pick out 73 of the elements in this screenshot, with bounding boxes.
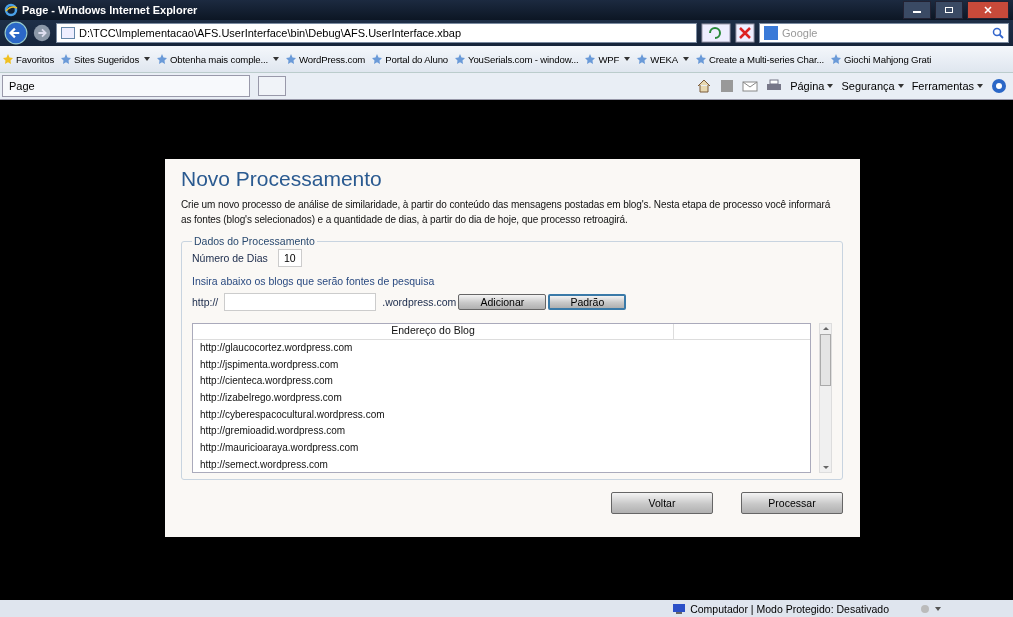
command-menu[interactable]: Segurança <box>841 80 904 92</box>
action-button[interactable]: Voltar <box>611 492 713 514</box>
action-button[interactable]: Processar <box>741 492 843 514</box>
zoom-icon[interactable] <box>919 602 943 615</box>
group-title: Dados do Processamento <box>193 235 316 247</box>
description-text: Crie um novo processo de análise de similaridade, à partir do conteúdo das mensagens postadas em blog's. Nesta etapa de processo você informará as fontes (blog's selecionados) e a quantidade de dias, à partir do dia de hoje, que processo retroagirá. <box>181 198 832 227</box>
home-icon[interactable] <box>696 79 713 93</box>
maximize-button[interactable] <box>935 1 963 19</box>
printer-icon[interactable] <box>766 79 783 93</box>
address-field[interactable]: D:\TCC\Implementacao\AFS.UserInterface\bin\Debug\AFS.UserInterface.xbap <box>56 23 697 43</box>
favorite-link[interactable]: Obtenha mais comple... <box>156 53 280 65</box>
caret-icon <box>682 57 689 61</box>
favorite-link[interactable]: WPF <box>584 53 631 65</box>
favorite-link[interactable]: WEKA <box>636 53 689 65</box>
window-title: Page - Windows Internet Explorer <box>22 4 198 16</box>
blog-row[interactable]: http://izabelrego.wordpress.com <box>193 390 810 407</box>
favorite-link[interactable]: Portal do Aluno <box>371 53 449 65</box>
blog-row[interactable]: http://cienteca.wordpress.com <box>193 373 810 391</box>
favorite-icon <box>156 53 169 65</box>
favorite-link[interactable]: Giochi Mahjong Grati <box>830 53 932 65</box>
blog-row[interactable]: http://glaucocortez.wordpress.com <box>193 340 810 357</box>
back-button[interactable] <box>4 21 28 45</box>
mail-icon[interactable] <box>742 79 759 93</box>
computer-icon <box>672 602 687 615</box>
blog-row[interactable]: http://mauricioaraya.wordpress.com <box>193 440 810 457</box>
command-menu[interactable]: Ferramentas <box>911 80 983 92</box>
add-button[interactable]: Adicionar <box>458 294 547 310</box>
browser-tab[interactable]: Page <box>2 75 250 97</box>
minimize-button[interactable] <box>903 1 931 19</box>
scrollbar[interactable] <box>819 323 832 473</box>
favorite-icon <box>636 53 649 65</box>
favorite-link[interactable]: Create a Multi-series Char... <box>694 53 825 65</box>
favorite-icon <box>285 53 298 65</box>
favorite-link[interactable]: Favoritos <box>2 53 55 65</box>
column-header[interactable]: Endereço do Blog <box>193 324 674 339</box>
caret-icon <box>144 57 151 61</box>
favorite-icon <box>584 53 597 65</box>
blog-row[interactable]: http://jspimenta.wordpress.com <box>193 356 810 374</box>
caret-icon <box>897 84 904 88</box>
caret-icon <box>827 84 834 88</box>
command-menu[interactable]: Página <box>790 80 834 92</box>
blog-row[interactable]: http://gremioadid.wordpress.com <box>193 423 810 441</box>
caret-icon <box>273 57 280 61</box>
close-button[interactable] <box>967 1 1009 19</box>
blog-field[interactable] <box>224 293 377 311</box>
favorite-icon <box>454 53 467 65</box>
favorite-link[interactable]: Sites Sugeridos <box>60 53 151 65</box>
favorite-icon <box>60 53 73 65</box>
caret-icon <box>624 57 631 61</box>
favorite-icon <box>830 53 843 65</box>
close-icon <box>983 6 993 14</box>
favorite-icon <box>694 53 707 65</box>
prefix-label: http:// <box>192 296 219 308</box>
caret-icon <box>977 84 983 88</box>
favorite-icon <box>2 53 14 65</box>
blog-row[interactable]: http://semect.wordpress.com <box>193 456 810 472</box>
days-field[interactable]: 10 <box>277 249 302 267</box>
maximize-icon <box>944 6 954 14</box>
refresh-button[interactable] <box>701 23 731 43</box>
suffix-label: .wordpress.com <box>382 296 457 308</box>
page-title: Novo Processamento <box>181 167 383 191</box>
favorite-icon <box>371 53 384 65</box>
search-icon <box>992 27 1004 39</box>
stop-button[interactable] <box>735 23 755 43</box>
favorite-link[interactable]: YouSerials.com - window... <box>454 53 579 65</box>
status-text: Computador | Modo Protegido: Desativado <box>672 602 889 615</box>
days-label: Número de Dias <box>192 252 268 264</box>
favorite-link[interactable]: WordPress.com <box>285 53 366 65</box>
default-button[interactable]: Padrão <box>548 294 627 310</box>
blog-row[interactable]: http://cyberespacocultural.wordpress.com <box>193 406 810 424</box>
forward-button[interactable] <box>32 23 52 43</box>
browser-logo-icon <box>4 3 18 17</box>
blogs-hint: Insira abaixo os blogs que serão fontes de pesquisa <box>192 275 436 287</box>
